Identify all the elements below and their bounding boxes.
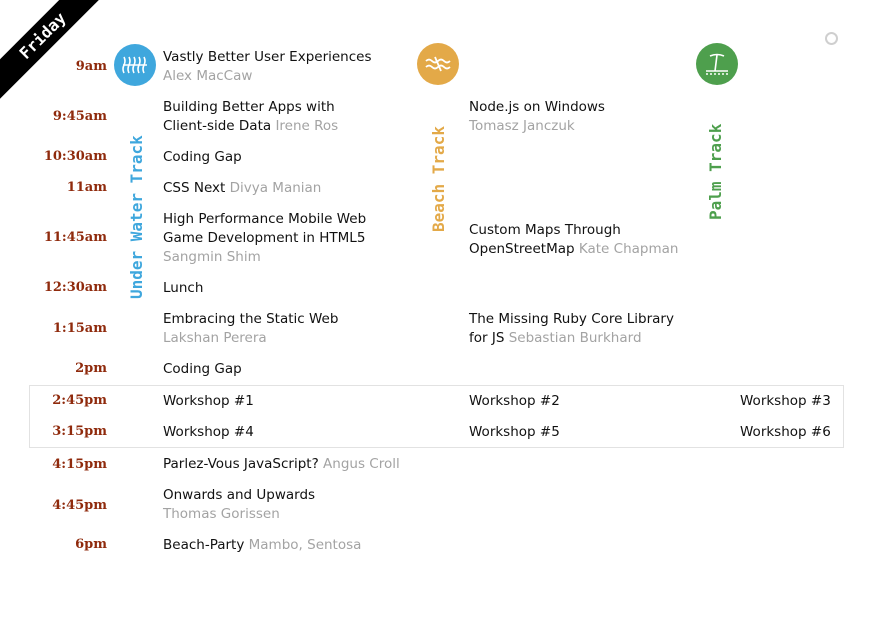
session-title: Lunch [163,280,204,296]
session-speaker: Divya Manian [229,180,322,196]
toggle-radio[interactable] [825,32,838,45]
session-title: Workshop #1 [163,393,254,409]
time-label: 9:45am [52,109,107,124]
session-title: Embracing the Static Web [163,311,339,327]
session-item[interactable]: CSS Next Divya Manian [163,179,321,198]
session-speaker: Sangmin Shim [163,249,261,265]
session-title: Workshop #2 [469,393,560,409]
session-item[interactable]: Workshop #1 [163,392,254,411]
session-title: Parlez-Vous JavaScript? [163,456,319,472]
session-item[interactable]: Building Better Apps with Client-side Da… [163,98,338,136]
session-title: Node.js on Windows [469,99,605,115]
session-speaker: Alex MacCaw [163,68,253,84]
session-title: Coding Gap [163,361,242,377]
session-title: Coding Gap [163,149,242,165]
session-item[interactable]: Workshop #3 [740,392,831,411]
day-ribbon: Friday [0,0,110,110]
session-item[interactable]: Beach-Party Mambo, Sentosa [163,536,361,555]
session-speaker: Lakshan Perera [163,330,267,346]
session-item[interactable]: Parlez-Vous JavaScript? Angus Croll [163,455,400,474]
session-item[interactable]: Workshop #5 [469,423,560,442]
session-item[interactable]: Onwards and Upwards Thomas Gorissen [163,486,315,524]
palm-tree-icon [696,43,738,85]
session-speaker: Tomasz Janczuk [469,118,575,134]
session-title: Game Development in HTML5 [163,230,366,246]
session-speaker: Kate Chapman [578,241,679,257]
session-item[interactable]: Embracing the Static Web Lakshan Perera [163,310,338,348]
session-item[interactable]: Lunch [163,279,203,298]
time-label: 6pm [75,537,107,552]
time-label: 10:30am [43,149,107,164]
session-item[interactable]: Workshop #6 [740,423,831,442]
track-label-beach: Beach Track [429,126,448,232]
time-label: 4:45pm [52,498,107,513]
session-title: for JS [469,330,505,346]
time-label: 12:30am [43,280,107,295]
session-title: OpenStreetMap [469,241,575,257]
session-title: Custom Maps Through [469,222,621,238]
session-speaker: Sebastian Burkhard [508,330,642,346]
track-label-palm: Palm Track [706,123,725,220]
session-title: CSS Next [163,180,226,196]
session-title: Vastly Better User Experiences [163,49,372,65]
session-item[interactable]: Node.js on Windows Tomasz Janczuk [469,98,605,136]
beach-wave-icon [417,43,459,85]
time-label: 11:45am [43,230,107,245]
session-title: Workshop #6 [740,424,831,440]
session-speaker: Angus Croll [323,456,400,472]
session-item[interactable]: Custom Maps Through OpenStreetMap Kate C… [469,221,678,259]
session-title: Workshop #4 [163,424,254,440]
time-label: 4:15pm [52,457,107,472]
session-item[interactable]: Vastly Better User Experiences Alex MacC… [163,48,372,86]
water-wave-icon [114,44,156,86]
session-title: Beach-Party [163,537,245,553]
session-title: Building Better Apps with [163,99,335,115]
session-title: Client-side Data [163,118,272,134]
session-title: High Performance Mobile Web [163,211,367,227]
day-label: Friday [0,0,110,107]
session-item[interactable]: Coding Gap [163,148,242,167]
session-title: The Missing Ruby Core Library [469,311,674,327]
session-speaker: Thomas Gorissen [163,506,280,522]
time-label: 9am [75,59,107,74]
session-item[interactable]: Coding Gap [163,360,242,379]
session-item[interactable]: The Missing Ruby Core Library for JS Seb… [469,310,674,348]
workshop-block [29,385,844,448]
time-label: 11am [66,180,107,195]
time-label: 1:15am [52,321,107,336]
session-title: Onwards and Upwards [163,487,316,503]
session-title: Workshop #5 [469,424,560,440]
track-label-water: Under Water Track [127,135,146,299]
session-item[interactable]: Workshop #2 [469,392,560,411]
time-label: 2pm [75,361,107,376]
session-title: Workshop #3 [740,393,831,409]
session-speaker: Mambo, Sentosa [248,537,362,553]
session-item[interactable]: Workshop #4 [163,423,254,442]
session-speaker: Irene Ros [275,118,339,134]
session-item[interactable]: High Performance Mobile Web Game Develop… [163,210,366,267]
